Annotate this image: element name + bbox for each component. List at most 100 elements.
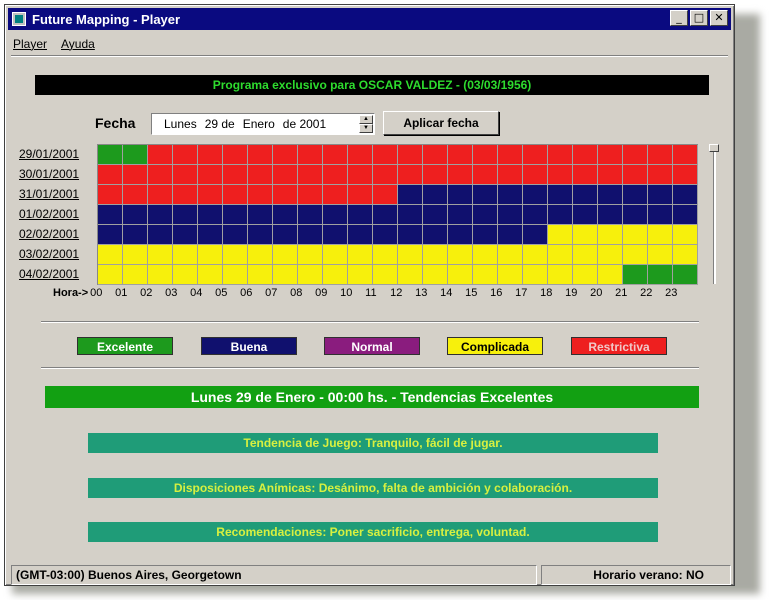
grid-cell[interactable] bbox=[498, 225, 523, 245]
spin-down-icon[interactable]: ▼ bbox=[359, 124, 373, 133]
grid-cell[interactable] bbox=[523, 205, 548, 225]
grid-cell[interactable] bbox=[423, 145, 448, 165]
grid-cell[interactable] bbox=[323, 265, 348, 285]
grid-cell[interactable] bbox=[173, 265, 198, 285]
grid-cell[interactable] bbox=[273, 205, 298, 225]
grid-cell[interactable] bbox=[373, 185, 398, 205]
grid-cell[interactable] bbox=[648, 225, 673, 245]
grid-cell[interactable] bbox=[573, 245, 598, 265]
grid-cell[interactable] bbox=[223, 165, 248, 185]
grid-cell[interactable] bbox=[423, 245, 448, 265]
grid-cell[interactable] bbox=[173, 145, 198, 165]
grid-cell[interactable] bbox=[498, 265, 523, 285]
grid-cell[interactable] bbox=[673, 205, 698, 225]
grid-cell[interactable] bbox=[448, 185, 473, 205]
grid-cell[interactable] bbox=[323, 245, 348, 265]
grid-cell[interactable] bbox=[273, 225, 298, 245]
grid-cell[interactable] bbox=[223, 185, 248, 205]
grid-cell[interactable] bbox=[673, 185, 698, 205]
grid-cell[interactable] bbox=[623, 245, 648, 265]
grid-cell[interactable] bbox=[98, 205, 123, 225]
grid-cell[interactable] bbox=[573, 205, 598, 225]
grid-cell[interactable] bbox=[273, 165, 298, 185]
grid-cell[interactable] bbox=[448, 265, 473, 285]
grid-cell[interactable] bbox=[548, 205, 573, 225]
grid-cell[interactable] bbox=[398, 185, 423, 205]
date-row-label[interactable]: 29/01/2001 bbox=[19, 144, 79, 164]
grid-cell[interactable] bbox=[248, 145, 273, 165]
app-icon[interactable] bbox=[12, 12, 26, 26]
grid-cell[interactable] bbox=[598, 165, 623, 185]
grid-cell[interactable] bbox=[323, 205, 348, 225]
grid-cell[interactable] bbox=[323, 165, 348, 185]
grid-cell[interactable] bbox=[398, 205, 423, 225]
grid-cell[interactable] bbox=[523, 145, 548, 165]
grid-cell[interactable] bbox=[473, 145, 498, 165]
grid-cell[interactable] bbox=[498, 165, 523, 185]
grid-cell[interactable] bbox=[573, 145, 598, 165]
grid-cell[interactable] bbox=[398, 265, 423, 285]
grid-cell[interactable] bbox=[673, 245, 698, 265]
grid-cell[interactable] bbox=[123, 265, 148, 285]
grid-cell[interactable] bbox=[198, 225, 223, 245]
grid-cell[interactable] bbox=[498, 205, 523, 225]
grid-cell[interactable] bbox=[623, 265, 648, 285]
grid-cell[interactable] bbox=[523, 245, 548, 265]
grid-cell[interactable] bbox=[598, 265, 623, 285]
grid-cell[interactable] bbox=[648, 245, 673, 265]
grid-cell[interactable] bbox=[473, 205, 498, 225]
grid-cell[interactable] bbox=[373, 245, 398, 265]
grid-cell[interactable] bbox=[448, 245, 473, 265]
grid-cell[interactable] bbox=[673, 265, 698, 285]
grid-cell[interactable] bbox=[248, 205, 273, 225]
grid-cell[interactable] bbox=[223, 265, 248, 285]
grid-cell[interactable] bbox=[523, 165, 548, 185]
grid-cell[interactable] bbox=[573, 185, 598, 205]
grid-cell[interactable] bbox=[298, 145, 323, 165]
grid-cell[interactable] bbox=[448, 225, 473, 245]
date-picker[interactable]: Lunes 29 de Enero de 2001 ▲ ▼ bbox=[151, 113, 375, 135]
menu-ayuda[interactable]: Ayuda bbox=[61, 37, 95, 51]
grid-cell[interactable] bbox=[198, 165, 223, 185]
grid-cell[interactable] bbox=[248, 185, 273, 205]
grid-cell[interactable] bbox=[98, 265, 123, 285]
date-row-label[interactable]: 01/02/2001 bbox=[19, 204, 79, 224]
maximize-button[interactable]: □ bbox=[690, 10, 708, 26]
grid-cell[interactable] bbox=[223, 205, 248, 225]
grid-cell[interactable] bbox=[623, 185, 648, 205]
grid-cell[interactable] bbox=[98, 165, 123, 185]
grid-cell[interactable] bbox=[548, 145, 573, 165]
grid-cell[interactable] bbox=[98, 245, 123, 265]
grid-cell[interactable] bbox=[648, 185, 673, 205]
date-spinner[interactable]: ▲ ▼ bbox=[359, 115, 373, 133]
grid-cell[interactable] bbox=[473, 225, 498, 245]
grid-cell[interactable] bbox=[598, 245, 623, 265]
grid-cell[interactable] bbox=[373, 145, 398, 165]
grid-cell[interactable] bbox=[273, 265, 298, 285]
grid-cell[interactable] bbox=[198, 265, 223, 285]
grid-cell[interactable] bbox=[273, 185, 298, 205]
grid-cell[interactable] bbox=[498, 245, 523, 265]
menu-player[interactable]: Player bbox=[13, 37, 47, 51]
grid-cell[interactable] bbox=[348, 145, 373, 165]
grid-cell[interactable] bbox=[198, 145, 223, 165]
grid-cell[interactable] bbox=[473, 245, 498, 265]
grid-cell[interactable] bbox=[548, 225, 573, 245]
grid-cell[interactable] bbox=[298, 185, 323, 205]
grid-cell[interactable] bbox=[298, 225, 323, 245]
grid-cell[interactable] bbox=[148, 165, 173, 185]
grid-cell[interactable] bbox=[248, 265, 273, 285]
grid-cell[interactable] bbox=[123, 185, 148, 205]
grid-cell[interactable] bbox=[573, 265, 598, 285]
spin-up-icon[interactable]: ▲ bbox=[359, 115, 373, 124]
grid-cell[interactable] bbox=[323, 145, 348, 165]
grid-cell[interactable] bbox=[348, 265, 373, 285]
grid-cell[interactable] bbox=[648, 265, 673, 285]
date-row-label[interactable]: 30/01/2001 bbox=[19, 164, 79, 184]
grid-cell[interactable] bbox=[173, 205, 198, 225]
grid-cell[interactable] bbox=[673, 165, 698, 185]
grid-cell[interactable] bbox=[398, 165, 423, 185]
grid-cell[interactable] bbox=[248, 225, 273, 245]
grid-cell[interactable] bbox=[348, 165, 373, 185]
grid-cell[interactable] bbox=[98, 185, 123, 205]
